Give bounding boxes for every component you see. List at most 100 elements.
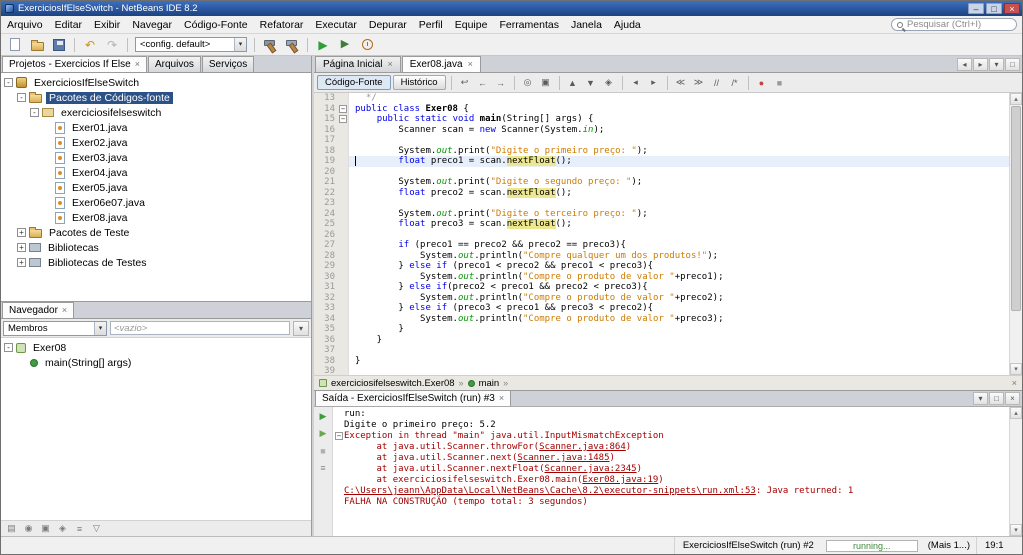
quick-search-input[interactable]: Pesquisar (Ctrl+I) (891, 18, 1017, 31)
menu-item[interactable]: Código-Fonte (178, 17, 254, 33)
navigator-options-button[interactable]: ▾ (293, 321, 309, 336)
tree-node[interactable]: +Bibliotecas (1, 240, 311, 255)
output-close-icon[interactable]: × (1005, 392, 1020, 405)
menu-item[interactable]: Ajuda (608, 17, 647, 33)
breadcrumb-close-icon[interactable]: × (1012, 378, 1017, 388)
tree-node[interactable]: -Exer08 (1, 340, 311, 355)
code-line-text[interactable] (349, 366, 1009, 375)
output-settings-icon[interactable]: ≡ (316, 461, 331, 474)
code-line-text[interactable]: } (349, 356, 1009, 367)
code-line-text[interactable]: System.out.print("Digite o primeiro preç… (349, 146, 1009, 157)
code-line-text[interactable]: } (349, 335, 1009, 346)
last-edit-position-icon[interactable]: ↩ (457, 75, 473, 91)
sort-alpha-icon[interactable]: ≡ (73, 524, 86, 534)
collapse-toggle-icon[interactable]: - (30, 108, 39, 117)
run-project-button[interactable]: ▶ (313, 36, 333, 54)
highlight-occurrences-icon[interactable]: ▣ (538, 75, 554, 91)
tree-node[interactable]: Exer04.java (1, 165, 311, 180)
debug-project-button[interactable]: ▶ (335, 36, 355, 54)
forward-icon[interactable]: → (493, 75, 509, 91)
stacktrace-link[interactable]: Scanner.java:1485 (517, 453, 609, 463)
menu-item[interactable]: Arquivo (1, 17, 49, 33)
code-line-text[interactable]: public static void main(String[] args) { (349, 114, 1009, 125)
stop-run-icon[interactable]: ■ (316, 444, 331, 457)
minimize-button[interactable]: – (968, 3, 984, 14)
code-line-text[interactable]: Scanner scan = new Scanner(System.in); (349, 125, 1009, 136)
code-line-text[interactable] (349, 135, 1009, 146)
scrollbar-thumb[interactable] (1011, 106, 1021, 311)
chevron-down-icon[interactable]: ▾ (94, 322, 106, 335)
code-line-text[interactable]: float preco3 = scan.nextFloat(); (349, 219, 1009, 230)
menu-item[interactable]: Editar (49, 17, 88, 33)
scroll-up-icon[interactable]: ▴ (1010, 93, 1022, 105)
next-bookmark-icon[interactable]: ▼ (583, 75, 599, 91)
code-line-text[interactable]: */ (349, 93, 1009, 104)
redo-button[interactable]: ↷ (102, 36, 122, 54)
breadcrumb-method[interactable]: main (468, 378, 500, 389)
menu-item[interactable]: Janela (565, 17, 608, 33)
previous-occurrence-icon[interactable]: ◂ (628, 75, 644, 91)
build-project-button[interactable] (260, 36, 280, 54)
menu-item[interactable]: Refatorar (254, 17, 310, 33)
expand-toggle-icon[interactable]: + (17, 258, 26, 267)
fold-toggle-icon[interactable]: − (339, 105, 347, 113)
fold-toggle-icon[interactable]: − (339, 115, 347, 123)
close-icon[interactable]: × (499, 394, 504, 403)
stop-macro-icon[interactable]: ■ (772, 75, 788, 91)
code-line-text[interactable]: } (349, 324, 1009, 335)
code-line-text[interactable] (349, 345, 1009, 356)
shift-right-icon[interactable]: ≫ (691, 75, 707, 91)
rerun-icon[interactable]: ▶ (316, 410, 331, 423)
tree-node[interactable]: +Pacotes de Teste (1, 225, 311, 240)
editor-tab[interactable]: Página Inicial× (315, 56, 401, 72)
code-line-text[interactable] (349, 167, 1009, 178)
code-line-text[interactable]: } else if(preco2 < preco1 && preco2 < pr… (349, 282, 1009, 293)
open-project-button[interactable] (27, 36, 47, 54)
menu-item[interactable]: Equipe (449, 17, 494, 33)
navigator-view-select[interactable]: Membros ▾ (3, 321, 107, 336)
show-inherited-members-icon[interactable]: ▤ (5, 523, 18, 534)
show-static-members-icon[interactable]: ▣ (39, 523, 52, 534)
maximize-button[interactable]: □ (986, 3, 1002, 14)
tree-node[interactable]: Exer01.java (1, 120, 311, 135)
chevron-down-icon[interactable]: ▾ (989, 58, 1004, 71)
collapse-toggle-icon[interactable]: - (17, 93, 26, 102)
sort-by-source-icon[interactable]: ▽ (90, 523, 103, 534)
code-line-text[interactable]: float preco2 = scan.nextFloat(); (349, 188, 1009, 199)
collapse-toggle-icon[interactable]: - (4, 78, 13, 87)
tree-node[interactable]: main(String[] args) (1, 355, 311, 370)
find-selection-icon[interactable]: ◎ (520, 75, 536, 91)
progress-bar[interactable]: running... (826, 540, 918, 552)
tree-node[interactable]: -Pacotes de Códigos-fonte (1, 90, 311, 105)
close-button[interactable]: × (1004, 3, 1020, 14)
editor-tab[interactable]: Exer08.java× (402, 56, 481, 72)
code-line-text[interactable]: System.out.println("Compre o produto de … (349, 272, 1009, 283)
menu-item[interactable]: Exibir (88, 17, 126, 33)
projects-tab[interactable]: Serviços (202, 56, 254, 72)
clean-build-button[interactable] (282, 36, 302, 54)
code-line-text[interactable]: System.out.println("Compre o produto de … (349, 293, 1009, 304)
record-macro-icon[interactable]: ● (754, 75, 770, 91)
tab-output[interactable]: Saída - ExerciciosIfElseSwitch (run) #3 … (315, 390, 511, 406)
code-editor[interactable]: 13 */14−public class Exer08 {15− public … (314, 93, 1009, 375)
tree-node[interactable]: Exer06e07.java (1, 195, 311, 210)
save-all-button[interactable] (49, 36, 69, 54)
code-line-text[interactable]: System.out.print("Digite o segundo preço… (349, 177, 1009, 188)
scroll-right-icon[interactable]: ▸ (973, 58, 988, 71)
collapse-toggle-icon[interactable]: - (4, 343, 13, 352)
code-line-text[interactable] (349, 230, 1009, 241)
close-icon[interactable]: × (468, 60, 473, 69)
stacktrace-link[interactable]: Exer08.java:19 (582, 475, 658, 485)
code-line-text[interactable]: System.out.print("Digite o terceiro preç… (349, 209, 1009, 220)
rerun-with-params-icon[interactable]: ▶ (316, 427, 331, 440)
history-view-button[interactable]: Histórico (393, 75, 446, 90)
tree-node[interactable]: -exerciciosifelseswitch (1, 105, 311, 120)
code-line-text[interactable]: if (preco1 == preco2 && preco2 == preco3… (349, 240, 1009, 251)
more-processes-link[interactable]: (Mais 1...) (922, 540, 976, 551)
expand-toggle-icon[interactable]: + (17, 243, 26, 252)
output-scrollbar[interactable]: ▴ ▾ (1009, 407, 1022, 536)
expand-toggle-icon[interactable]: + (17, 228, 26, 237)
chevron-down-icon[interactable]: ▾ (234, 38, 246, 51)
output-dropdown-icon[interactable]: ▾ (973, 392, 988, 405)
back-icon[interactable]: ← (475, 75, 491, 91)
